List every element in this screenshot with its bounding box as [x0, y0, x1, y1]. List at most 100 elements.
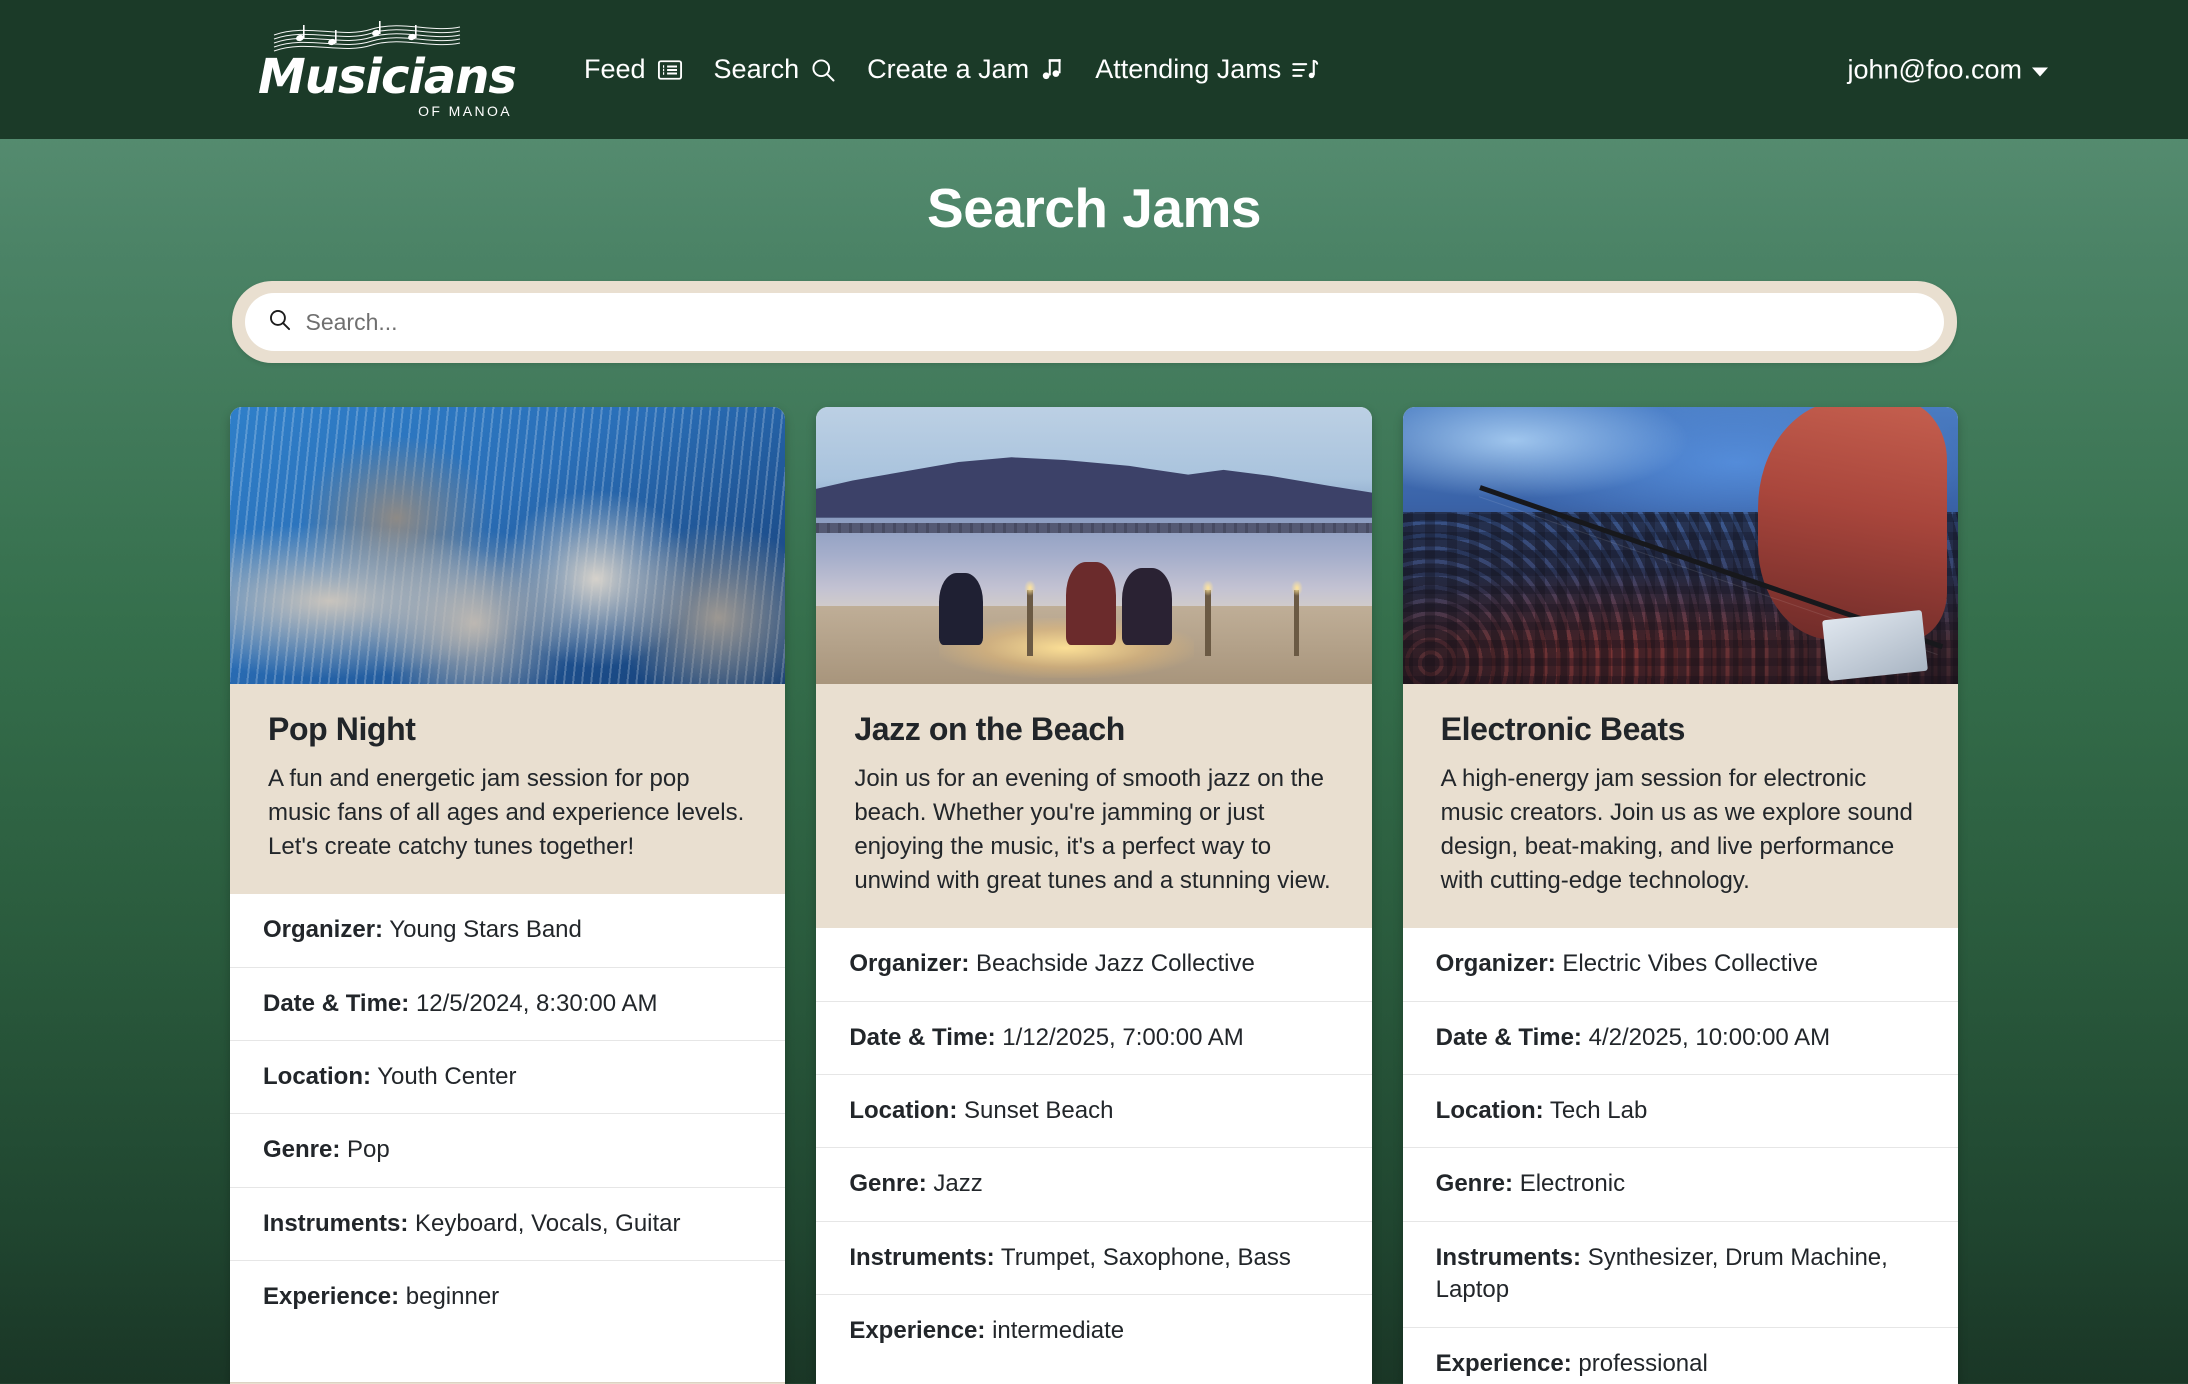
detail-organizer: Organizer: Electric Vibes Collective: [1403, 928, 1958, 1001]
detail-label-organizer: Organizer:: [849, 950, 969, 977]
pier-shape: [816, 523, 1371, 533]
detail-datetime: Date & Time: 4/2/2025, 10:00:00 AM: [1403, 1002, 1958, 1075]
detail-genre: Genre: Jazz: [816, 1148, 1371, 1221]
detail-label-location: Location:: [263, 1063, 371, 1090]
nav-link-feed[interactable]: Feed: [584, 54, 684, 85]
jam-details-list: Organizer: Young Stars Band Date & Time:…: [230, 894, 785, 1333]
detail-value-instruments: Keyboard, Vocals, Guitar: [415, 1210, 680, 1237]
jam-card-header: Electronic Beats A high-energy jam sessi…: [1403, 684, 1958, 928]
card-spacer: [816, 1368, 1371, 1384]
detail-label-datetime: Date & Time:: [1436, 1024, 1582, 1051]
detail-label-organizer: Organizer:: [263, 916, 383, 943]
list-icon: [656, 56, 684, 84]
brand-logo[interactable]: Musicians OF MANOA: [258, 21, 516, 119]
jam-card-image-pop-night: [230, 407, 785, 684]
jam-card-title: Pop Night: [268, 711, 747, 748]
jam-card-description: Join us for an evening of smooth jazz on…: [854, 762, 1333, 898]
jam-card-title: Jazz on the Beach: [854, 711, 1333, 748]
search-field-wrapper[interactable]: [245, 293, 1944, 351]
tiki-torch: [1294, 590, 1300, 656]
nav-link-search[interactable]: Search: [714, 54, 838, 85]
detail-datetime: Date & Time: 1/12/2025, 7:00:00 AM: [816, 1002, 1371, 1075]
detail-value-instruments: Trumpet, Saxophone, Bass: [1001, 1244, 1291, 1271]
search-input[interactable]: [306, 293, 1922, 351]
jam-card: Electronic Beats A high-energy jam sessi…: [1403, 407, 1958, 1384]
brand-subtitle: OF MANOA: [418, 103, 512, 119]
detail-label-genre: Genre:: [849, 1170, 926, 1197]
nav-links: Feed Search Create a Jam: [584, 54, 1319, 85]
detail-location: Location: Youth Center: [230, 1041, 785, 1114]
account-email: john@foo.com: [1848, 54, 2023, 85]
detail-value-datetime: 4/2/2025, 10:00:00 AM: [1589, 1024, 1831, 1051]
nav-link-create-a-jam[interactable]: Create a Jam: [867, 54, 1065, 85]
performer-shape: [1758, 407, 1947, 640]
detail-value-experience: professional: [1578, 1350, 1707, 1377]
jam-cards-grid: Pop Night A fun and energetic jam sessio…: [0, 407, 2188, 1384]
mountain-shape: [816, 451, 1371, 517]
detail-label-location: Location:: [1436, 1097, 1544, 1124]
detail-value-location: Sunset Beach: [964, 1097, 1113, 1124]
detail-label-instruments: Instruments:: [263, 1210, 408, 1237]
detail-value-organizer: Young Stars Band: [389, 916, 582, 943]
musician-figure: [1122, 568, 1172, 646]
detail-label-instruments: Instruments:: [849, 1244, 994, 1271]
jam-card: Jazz on the Beach Join us for an evening…: [816, 407, 1371, 1384]
detail-organizer: Organizer: Young Stars Band: [230, 894, 785, 967]
detail-experience: Experience: intermediate: [816, 1295, 1371, 1367]
nav-label-create-a-jam: Create a Jam: [867, 54, 1029, 85]
detail-label-experience: Experience:: [1436, 1350, 1572, 1377]
search-bar: [232, 281, 1957, 363]
detail-instruments: Instruments: Keyboard, Vocals, Guitar: [230, 1188, 785, 1261]
jam-card-title: Electronic Beats: [1441, 711, 1920, 748]
detail-value-genre: Electronic: [1520, 1170, 1625, 1197]
card-spacer: [230, 1334, 785, 1382]
search-icon: [809, 56, 837, 84]
account-menu[interactable]: john@foo.com: [1848, 54, 2049, 85]
detail-value-genre: Jazz: [933, 1170, 982, 1197]
detail-genre: Genre: Electronic: [1403, 1148, 1958, 1221]
detail-label-instruments: Instruments:: [1436, 1244, 1581, 1271]
detail-label-genre: Genre:: [263, 1136, 340, 1163]
nav-label-attending-jams: Attending Jams: [1095, 54, 1281, 85]
detail-genre: Genre: Pop: [230, 1114, 785, 1187]
detail-label-datetime: Date & Time:: [263, 990, 409, 1017]
jam-card-header: Pop Night A fun and energetic jam sessio…: [230, 684, 785, 894]
detail-instruments: Instruments: Trumpet, Saxophone, Bass: [816, 1222, 1371, 1295]
jam-card: Pop Night A fun and energetic jam sessio…: [230, 407, 785, 1384]
nav-label-search: Search: [714, 54, 800, 85]
detail-value-experience: beginner: [406, 1283, 499, 1310]
detail-label-organizer: Organizer:: [1436, 950, 1556, 977]
detail-label-experience: Experience:: [263, 1283, 399, 1310]
detail-experience: Experience: beginner: [230, 1261, 785, 1333]
detail-organizer: Organizer: Beachside Jazz Collective: [816, 928, 1371, 1001]
detail-value-datetime: 12/5/2024, 8:30:00 AM: [416, 990, 658, 1017]
nav-label-feed: Feed: [584, 54, 646, 85]
detail-value-organizer: Beachside Jazz Collective: [976, 950, 1255, 977]
music-note-icon: [1039, 56, 1065, 84]
detail-value-experience: intermediate: [992, 1317, 1124, 1344]
nav-link-attending-jams[interactable]: Attending Jams: [1095, 54, 1319, 85]
detail-label-genre: Genre:: [1436, 1170, 1513, 1197]
detail-value-location: Youth Center: [377, 1063, 516, 1090]
detail-label-experience: Experience:: [849, 1317, 985, 1344]
navbar: Musicians OF MANOA Feed Search: [0, 0, 2188, 139]
jam-card-header: Jazz on the Beach Join us for an evening…: [816, 684, 1371, 928]
tiki-torch: [1027, 590, 1033, 656]
page-title: Search Jams: [0, 176, 2188, 240]
tiki-torch: [1205, 590, 1211, 656]
musician-figure: [1066, 562, 1116, 645]
detail-location: Location: Sunset Beach: [816, 1075, 1371, 1148]
musician-figure: [939, 573, 983, 645]
music-playlist-icon: [1291, 56, 1319, 84]
brand-name: Musicians: [258, 53, 516, 101]
jam-details-list: Organizer: Electric Vibes Collective Dat…: [1403, 928, 1958, 1384]
detail-label-datetime: Date & Time:: [849, 1024, 995, 1051]
detail-value-datetime: 1/12/2025, 7:00:00 AM: [1002, 1024, 1244, 1051]
detail-value-organizer: Electric Vibes Collective: [1562, 950, 1818, 977]
detail-instruments: Instruments: Synthesizer, Drum Machine, …: [1403, 1222, 1958, 1328]
detail-value-genre: Pop: [347, 1136, 390, 1163]
detail-label-location: Location:: [849, 1097, 957, 1124]
jam-details-list: Organizer: Beachside Jazz Collective Dat…: [816, 928, 1371, 1367]
jam-card-image-electronic-beats: [1403, 407, 1958, 684]
search-icon: [267, 307, 292, 337]
